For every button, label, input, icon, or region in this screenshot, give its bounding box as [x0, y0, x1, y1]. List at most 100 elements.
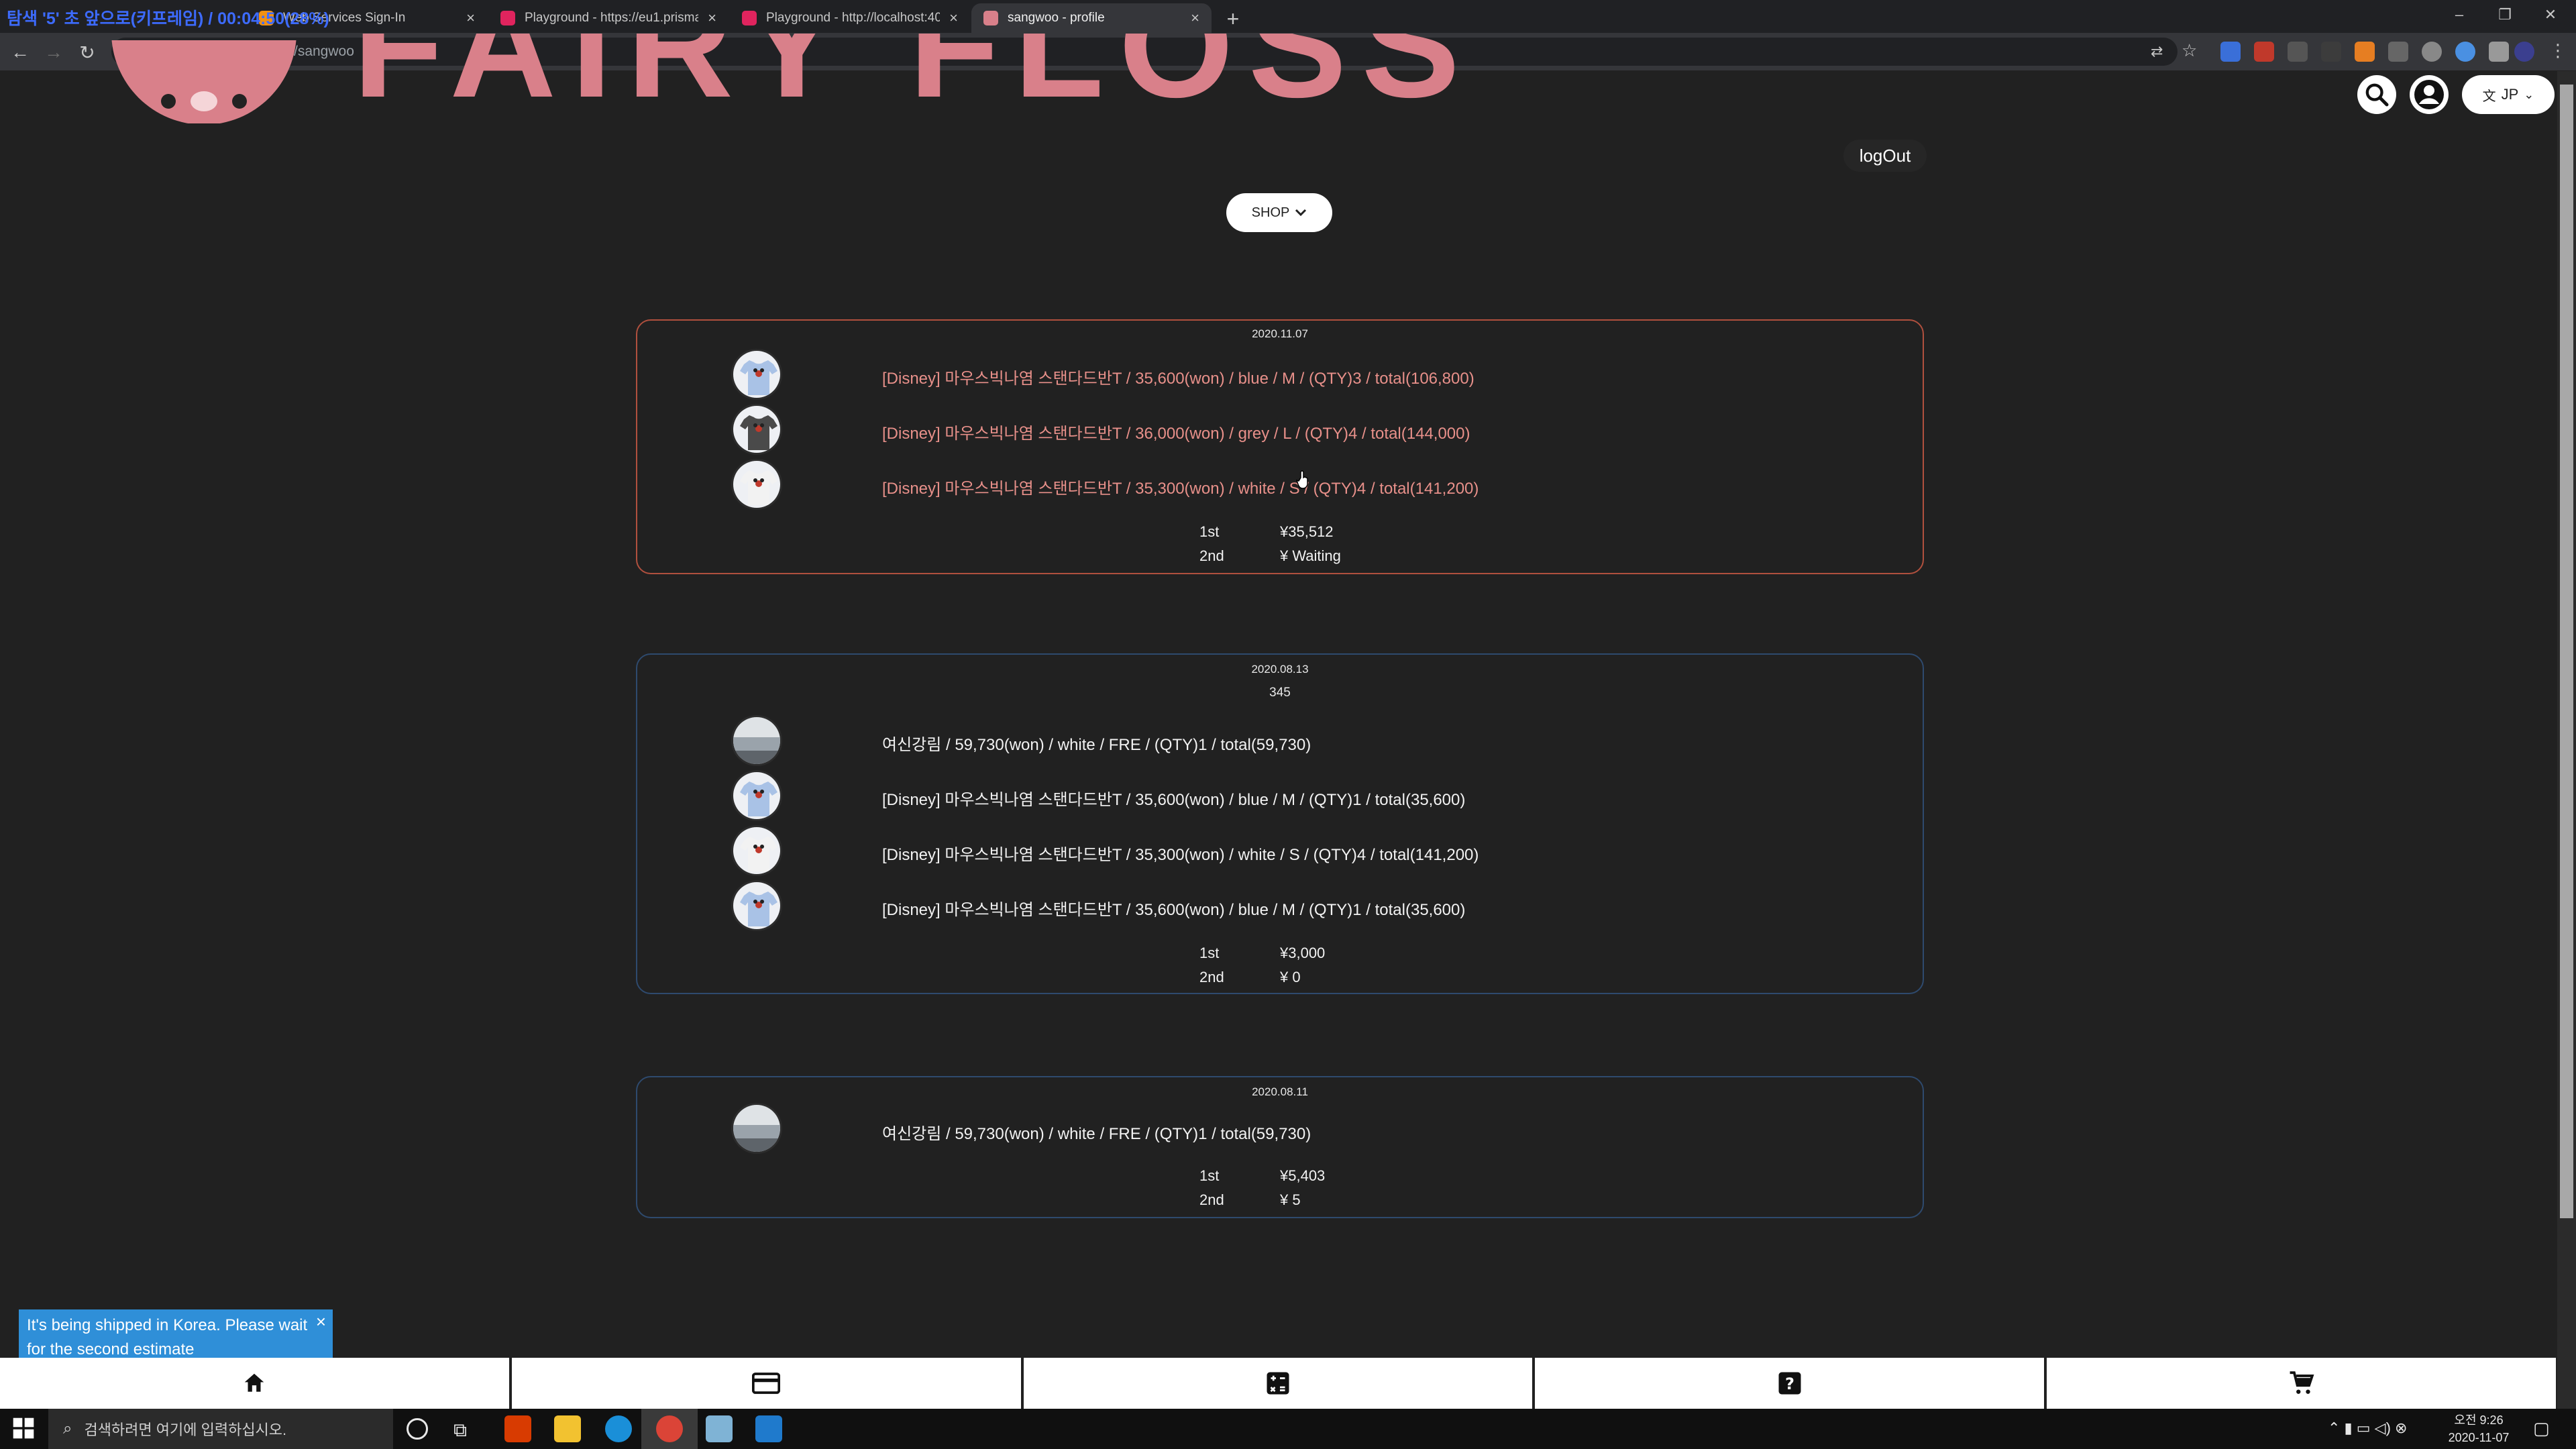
first-estimate-label: 1st — [1199, 1167, 1220, 1184]
menu-kebab-icon[interactable]: ⋮ — [2549, 40, 2567, 61]
product-thumbnail[interactable] — [731, 459, 782, 510]
toast-close-icon[interactable]: × — [316, 1309, 326, 1334]
logout-button[interactable]: logOut — [1843, 140, 1927, 172]
shop-dropdown-button[interactable]: SHOP — [1226, 193, 1332, 232]
task-view-icon[interactable]: ⧉ — [453, 1419, 467, 1442]
taskbar-date: 2020-11-07 — [2448, 1431, 2510, 1444]
notepad-app-icon[interactable] — [706, 1415, 733, 1442]
tab-close-icon[interactable]: × — [466, 9, 475, 27]
extension-icon[interactable] — [2254, 42, 2274, 62]
graphql-favicon-icon — [500, 11, 515, 25]
taskbar-search-placeholder: 검색하려면 여기에 입력하십시오. — [84, 1421, 287, 1438]
extension-icon[interactable] — [2388, 42, 2408, 62]
taskbar-clock[interactable]: 오전 9:26 2020-11-07 — [2442, 1411, 2516, 1446]
puzzle-icon[interactable] — [2489, 42, 2509, 62]
second-estimate-label: 2nd — [1199, 547, 1224, 564]
account-icon[interactable] — [2410, 75, 2449, 114]
first-estimate-value: ¥3,000 — [1280, 945, 1326, 961]
edge-browser-icon[interactable] — [605, 1415, 632, 1442]
graphql-favicon-icon — [742, 11, 757, 25]
order-date: 2020.08.11 — [1252, 1085, 1308, 1098]
nav-home[interactable] — [0, 1358, 509, 1409]
product-thumbnail[interactable] — [731, 715, 782, 766]
system-tray-icons[interactable]: ⌃ ▮ ▭ ◁) ⊗ — [2328, 1419, 2407, 1437]
order-item: [Disney] 마우스빅나염 스탠다드반T / 36,000(won) / g… — [882, 425, 1470, 443]
extension-icon[interactable] — [2455, 42, 2475, 62]
extension-icon[interactable] — [2288, 42, 2308, 62]
media-player-overlay: 탐색 '5' 초 앞으로(키프레임) / 00:04:50(28%) — [7, 9, 329, 28]
bookmark-star-icon[interactable]: ☆ — [2182, 40, 2197, 61]
close-window-button[interactable]: ✕ — [2530, 0, 2571, 30]
extension-icon[interactable] — [2321, 42, 2341, 62]
chevron-down-icon — [1295, 209, 1307, 217]
order-item: 여신강림 / 59,730(won) / white / FRE / (QTY)… — [882, 1125, 1311, 1143]
tab-sangwoo-profile[interactable]: sangwoo - profile × — [971, 3, 1212, 33]
chevron-down-icon: ⌄ — [2524, 87, 2534, 101]
chrome-browser-icon[interactable] — [656, 1415, 683, 1442]
order-card: 2020.08.11 여신강림 / 59,730(won) / white / … — [636, 1076, 1924, 1218]
extension-icon[interactable] — [2422, 42, 2442, 62]
nav-calculator[interactable] — [1023, 1358, 1533, 1409]
restore-button[interactable]: ❐ — [2485, 0, 2525, 30]
order-item: [Disney] 마우스빅나염 스탠다드반T / 35,600(won) / b… — [882, 901, 1466, 919]
tab-playground-localhost[interactable]: Playground - http://localhost:40 × — [730, 3, 970, 33]
tab-close-icon[interactable]: × — [1191, 9, 1199, 27]
order-item: [Disney] 마우스빅나염 스탠다드반T / 35,600(won) / b… — [882, 791, 1466, 809]
order-item: [Disney] 마우스빅나염 스탠다드반T / 35,300(won) / w… — [882, 480, 1479, 498]
order-item: [Disney] 마우스빅나염 스탠다드반T / 35,600(won) / b… — [882, 370, 1474, 388]
translate-icon[interactable]: ⇄ — [2151, 43, 2163, 60]
first-estimate-value: ¥5,403 — [1280, 1167, 1326, 1184]
tab-close-icon[interactable]: × — [708, 9, 716, 27]
reload-icon[interactable]: ↻ — [74, 39, 101, 66]
second-estimate-value: ¥ Waiting — [1280, 547, 1341, 564]
new-tab-button[interactable]: + — [1220, 5, 1246, 32]
taskbar-time: 오전 9:26 — [2454, 1413, 2504, 1427]
nav-cart[interactable] — [2047, 1358, 2556, 1409]
question-icon: ? — [1778, 1372, 1801, 1395]
tab-playground-prisma[interactable]: Playground - https://eu1.prisma × — [488, 3, 729, 33]
order-date: 2020.11.07 — [1252, 327, 1308, 340]
calculator-icon — [1267, 1372, 1289, 1395]
product-thumbnail[interactable] — [731, 1103, 782, 1154]
office-app-icon[interactable] — [504, 1415, 531, 1442]
order-note: 345 — [1269, 686, 1291, 700]
product-thumbnail[interactable] — [731, 825, 782, 876]
logo-mascot[interactable] — [111, 40, 297, 123]
order-date: 2020.08.13 — [1251, 663, 1309, 676]
order-card: 2020.08.13 345 여신강림 / 59,730(won) / whit… — [636, 653, 1924, 994]
notification-center-icon[interactable]: ▢ — [2533, 1418, 2550, 1439]
page-scrollbar-thumb[interactable] — [2560, 85, 2573, 1218]
vscode-app-icon[interactable] — [755, 1415, 782, 1442]
windows-start-icon[interactable] — [12, 1417, 35, 1443]
toast-message: It's being shipped in Korea. Please wait… — [27, 1316, 308, 1358]
first-estimate-label: 1st — [1199, 945, 1220, 961]
minimize-button[interactable]: – — [2439, 0, 2479, 30]
extension-icon[interactable] — [2355, 42, 2375, 62]
file-explorer-icon[interactable] — [554, 1415, 581, 1442]
product-thumbnail[interactable] — [731, 349, 782, 400]
tab-label: Playground - http://localhost:40 — [766, 11, 941, 25]
cortana-icon[interactable] — [407, 1418, 428, 1440]
tab-close-icon[interactable]: × — [949, 9, 958, 27]
forward-icon[interactable]: → — [40, 39, 67, 66]
product-thumbnail[interactable] — [731, 404, 782, 455]
credit-card-icon — [752, 1373, 781, 1394]
tab-label: sangwoo - profile — [1008, 11, 1105, 25]
product-thumbnail[interactable] — [731, 770, 782, 821]
profile-avatar[interactable] — [2514, 42, 2534, 62]
order-card: 2020.11.07 [Disney] 마우스빅나염 스탠다드반T / 35,6… — [636, 319, 1924, 574]
back-icon[interactable]: ← — [7, 39, 34, 66]
second-estimate-value: ¥ 5 — [1280, 1191, 1301, 1208]
extension-icon[interactable] — [2220, 42, 2241, 62]
search-icon[interactable] — [2357, 75, 2396, 114]
mouse-cursor-icon — [1295, 470, 1311, 493]
fairy-floss-favicon-icon — [983, 11, 998, 25]
translate-icon: 文 — [2482, 89, 2496, 104]
product-thumbnail[interactable] — [731, 880, 782, 931]
taskbar-search[interactable]: ⌕ 검색하려면 여기에 입력하십시오. — [48, 1409, 393, 1449]
nav-help[interactable]: ? — [1535, 1358, 2045, 1409]
order-item: [Disney] 마우스빅나염 스탠다드반T / 35,300(won) / w… — [882, 846, 1479, 864]
language-selector[interactable]: 文 JP ⌄ — [2462, 75, 2555, 114]
logo-wordmark[interactable]: FAIRY FLOSS — [353, 34, 1474, 121]
nav-payment[interactable] — [511, 1358, 1021, 1409]
